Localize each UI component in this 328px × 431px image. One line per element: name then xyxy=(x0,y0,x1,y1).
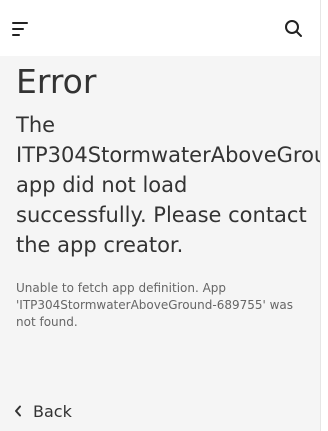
chevron-left-icon xyxy=(15,405,21,417)
error-message-prefix: The xyxy=(16,113,56,137)
error-app-name: ITP304StormwaterAboveGround-689755 xyxy=(16,143,320,167)
hamburger-menu-icon[interactable] xyxy=(6,15,34,43)
error-detail: Unable to fetch app definition. App 'ITP… xyxy=(16,281,294,329)
back-label: Back xyxy=(33,401,72,421)
error-message: The ITP304StormwaterAboveGround-689755 a… xyxy=(16,110,320,260)
back-button[interactable]: Back xyxy=(14,400,72,422)
search-icon[interactable] xyxy=(279,14,309,44)
error-message-suffix: app did not load successfully. Please co… xyxy=(16,173,307,257)
error-title: Error xyxy=(16,62,97,101)
app-viewport: Error The ITP304StormwaterAboveGround-68… xyxy=(0,0,320,431)
error-content: Error The ITP304StormwaterAboveGround-68… xyxy=(16,61,320,331)
top-bar xyxy=(0,0,320,56)
scrollbar[interactable] xyxy=(320,0,328,431)
